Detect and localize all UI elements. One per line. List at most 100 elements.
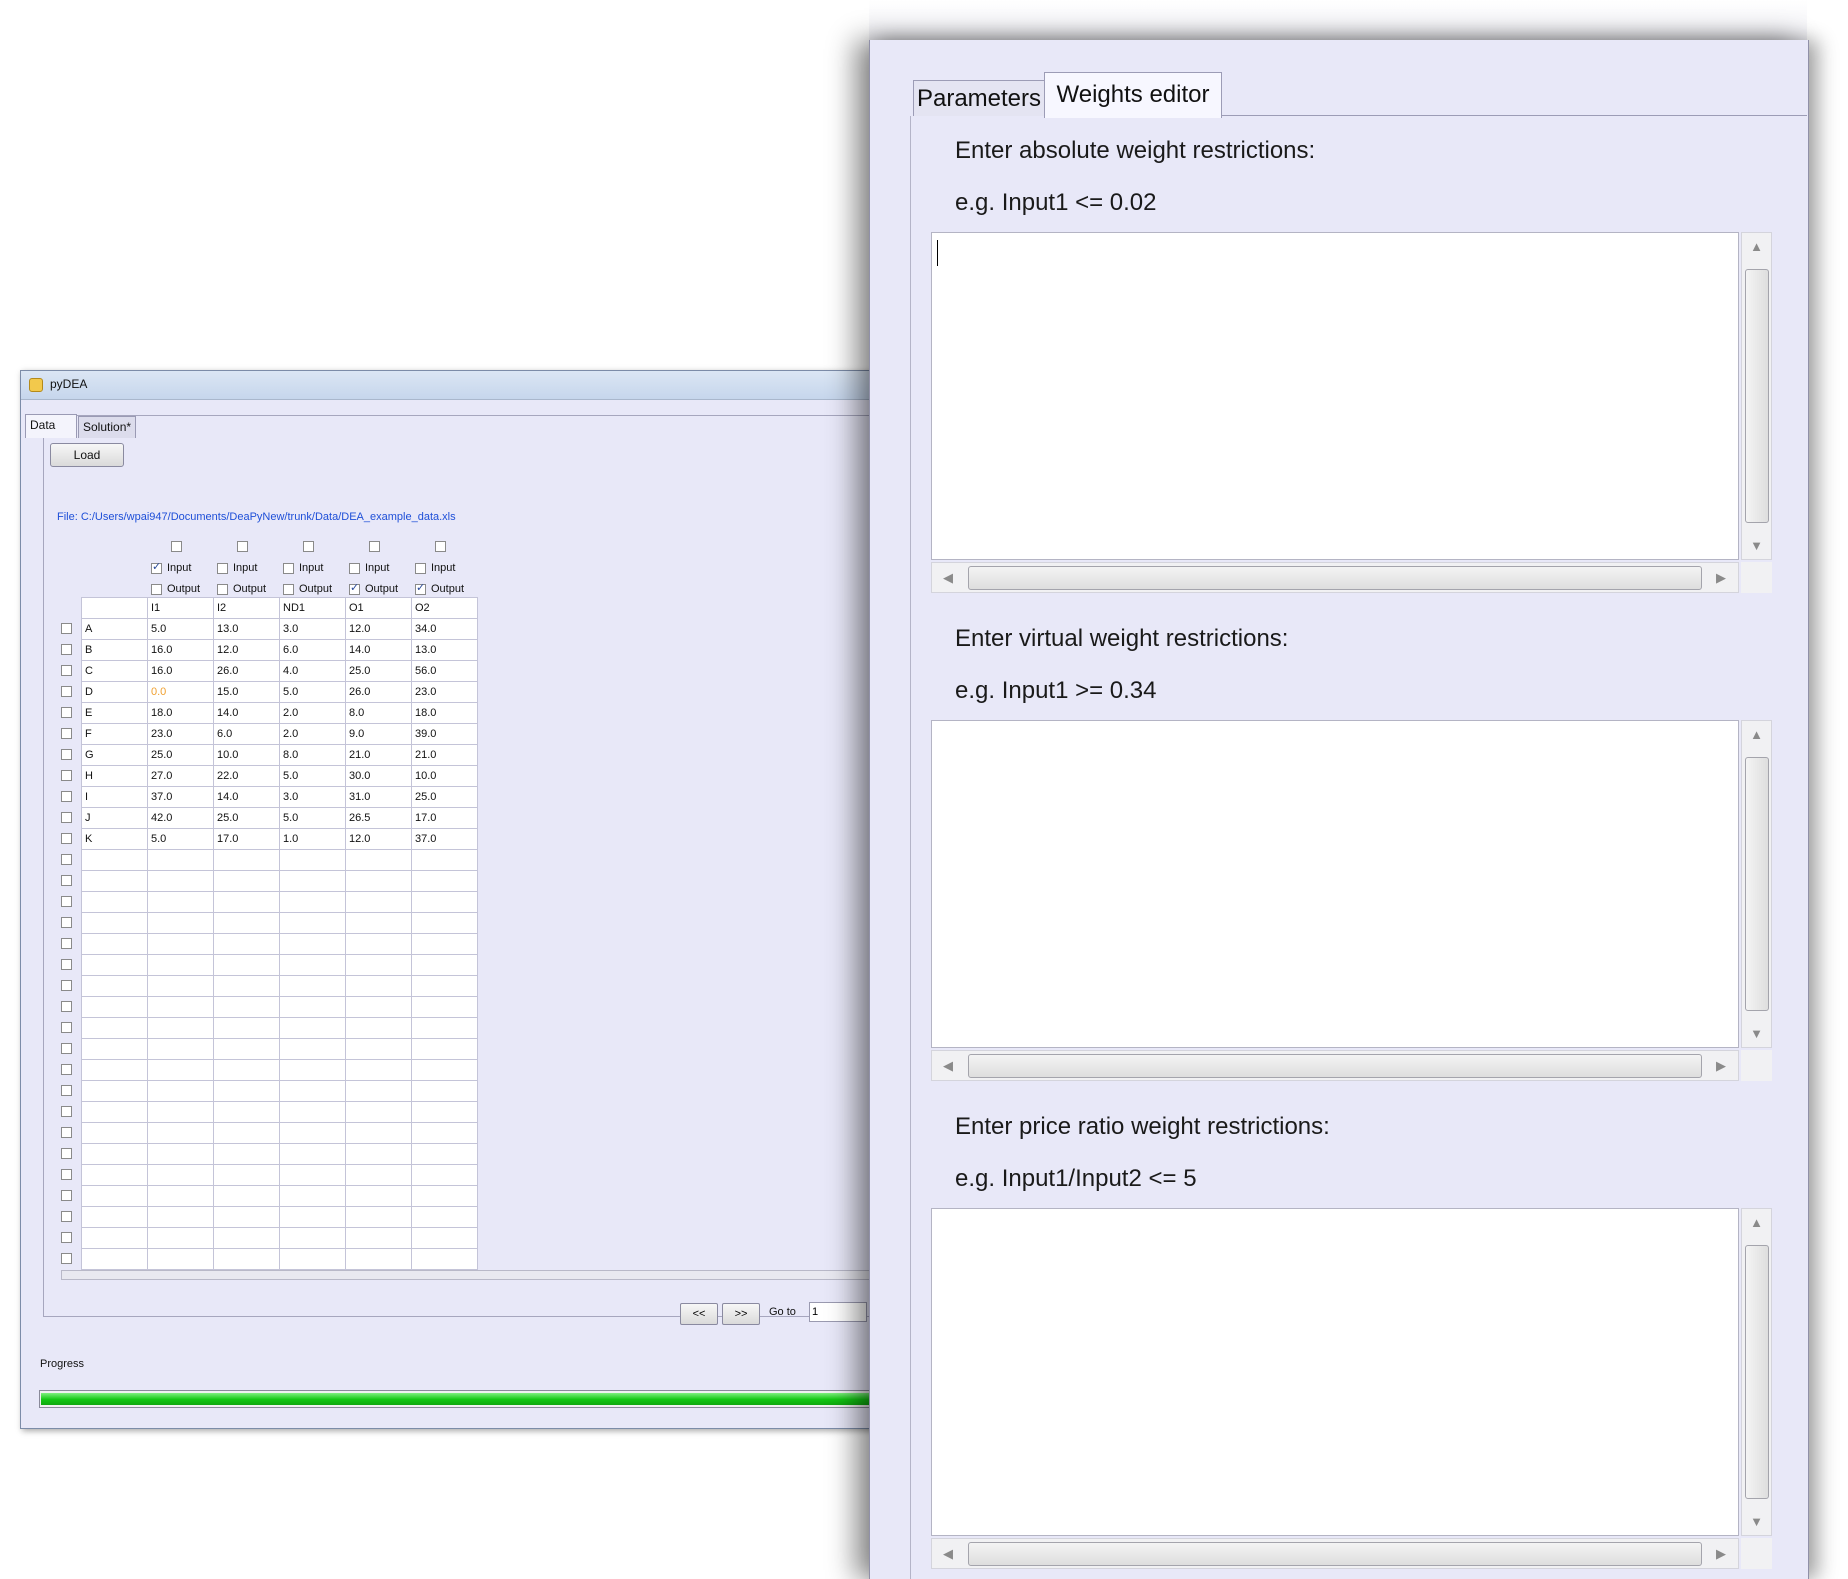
column-output-checkbox[interactable] — [217, 583, 228, 595]
empty-table-cell[interactable] — [147, 1164, 214, 1186]
absolute-restrictions-textarea[interactable] — [931, 232, 1739, 560]
table-cell[interactable]: 5.0 — [279, 807, 346, 829]
empty-table-cell[interactable] — [147, 912, 214, 934]
empty-table-cell[interactable] — [213, 954, 280, 976]
row-select-checkbox[interactable] — [61, 1190, 72, 1201]
row-name-cell[interactable]: A — [81, 618, 148, 640]
empty-table-cell[interactable] — [147, 933, 214, 955]
row-name-cell[interactable]: I — [81, 786, 148, 808]
table-cell[interactable]: 16.0 — [147, 660, 214, 682]
empty-table-cell[interactable] — [345, 1185, 412, 1207]
empty-table-cell[interactable] — [147, 1206, 214, 1228]
empty-table-cell[interactable] — [279, 891, 346, 913]
column-output-checkbox[interactable] — [349, 581, 360, 595]
empty-table-cell[interactable] — [213, 1206, 280, 1228]
empty-table-cell[interactable] — [411, 1185, 478, 1207]
empty-table-cell[interactable] — [147, 870, 214, 892]
empty-table-cell[interactable] — [81, 1122, 148, 1144]
scroll-right-icon[interactable]: ▶ — [1716, 570, 1726, 586]
table-cell[interactable]: 14.0 — [345, 639, 412, 661]
row-name-cell[interactable]: C — [81, 660, 148, 682]
scrollbar-thumb[interactable] — [1745, 757, 1769, 1011]
table-cell[interactable]: 3.0 — [279, 618, 346, 640]
table-cell[interactable]: 5.0 — [147, 618, 214, 640]
table-cell[interactable]: 2.0 — [279, 723, 346, 745]
row-name-cell[interactable]: B — [81, 639, 148, 661]
empty-table-cell[interactable] — [147, 954, 214, 976]
empty-table-cell[interactable] — [213, 933, 280, 955]
empty-table-cell[interactable] — [411, 1143, 478, 1165]
empty-table-cell[interactable] — [279, 975, 346, 997]
empty-table-cell[interactable] — [345, 891, 412, 913]
empty-table-cell[interactable] — [411, 1248, 478, 1270]
row-select-checkbox[interactable] — [61, 644, 72, 655]
row-select-checkbox[interactable] — [61, 938, 72, 949]
empty-table-cell[interactable] — [411, 1038, 478, 1060]
table-cell[interactable]: 18.0 — [411, 702, 478, 724]
empty-table-cell[interactable] — [345, 912, 412, 934]
table-cell[interactable]: 8.0 — [279, 744, 346, 766]
column-output-checkbox[interactable] — [415, 581, 426, 595]
empty-table-cell[interactable] — [279, 996, 346, 1018]
scrollbar-thumb[interactable] — [968, 566, 1702, 590]
table-cell[interactable]: 9.0 — [345, 723, 412, 745]
row-select-checkbox[interactable] — [61, 623, 72, 634]
empty-table-cell[interactable] — [213, 912, 280, 934]
empty-table-cell[interactable] — [213, 996, 280, 1018]
scroll-right-icon[interactable]: ▶ — [1716, 1546, 1726, 1562]
column-input-checkbox[interactable] — [217, 562, 228, 574]
empty-table-cell[interactable] — [345, 1080, 412, 1102]
empty-table-cell[interactable] — [81, 1185, 148, 1207]
row-select-checkbox[interactable] — [61, 875, 72, 886]
empty-table-cell[interactable] — [279, 1038, 346, 1060]
load-button[interactable]: Load — [50, 443, 124, 467]
row-select-checkbox[interactable] — [61, 1148, 72, 1159]
row-select-checkbox[interactable] — [61, 1211, 72, 1222]
table-cell[interactable]: 0.0 — [147, 681, 214, 703]
scroll-left-icon[interactable]: ◀ — [943, 1546, 953, 1562]
empty-table-cell[interactable] — [213, 870, 280, 892]
empty-table-cell[interactable] — [279, 1164, 346, 1186]
table-cell[interactable]: 25.0 — [411, 786, 478, 808]
row-select-checkbox[interactable] — [61, 1043, 72, 1054]
empty-table-cell[interactable] — [147, 1185, 214, 1207]
empty-table-cell[interactable] — [279, 954, 346, 976]
column-input-checkbox[interactable] — [151, 560, 162, 574]
empty-table-cell[interactable] — [147, 849, 214, 871]
virtual-textarea-horizontal-scrollbar[interactable]: ◀ ▶ — [931, 1050, 1739, 1081]
column-input-toggle[interactable]: Input — [349, 562, 389, 574]
empty-table-cell[interactable] — [411, 849, 478, 871]
table-cell[interactable]: 18.0 — [147, 702, 214, 724]
tab-parameters[interactable]: Parameters — [913, 80, 1045, 116]
table-cell[interactable]: 16.0 — [147, 639, 214, 661]
table-cell[interactable]: 1.0 — [279, 828, 346, 850]
next-page-button[interactable]: >> — [722, 1303, 760, 1325]
empty-table-cell[interactable] — [345, 1017, 412, 1039]
row-select-checkbox[interactable] — [61, 896, 72, 907]
empty-table-cell[interactable] — [345, 870, 412, 892]
scrollbar-thumb[interactable] — [968, 1054, 1702, 1078]
price-ratio-textarea-horizontal-scrollbar[interactable]: ◀ ▶ — [931, 1538, 1739, 1569]
table-cell[interactable]: 30.0 — [345, 765, 412, 787]
column-output-checkbox[interactable] — [151, 583, 162, 595]
table-cell[interactable]: 6.0 — [279, 639, 346, 661]
empty-table-cell[interactable] — [81, 1059, 148, 1081]
empty-table-cell[interactable] — [345, 1059, 412, 1081]
scroll-right-icon[interactable]: ▶ — [1716, 1058, 1726, 1074]
row-select-checkbox[interactable] — [61, 728, 72, 739]
empty-table-cell[interactable] — [81, 933, 148, 955]
empty-table-cell[interactable] — [81, 1017, 148, 1039]
table-cell[interactable]: 21.0 — [411, 744, 478, 766]
empty-table-cell[interactable] — [345, 1101, 412, 1123]
column-select-checkbox[interactable] — [237, 541, 248, 552]
absolute-textarea-horizontal-scrollbar[interactable]: ◀ ▶ — [931, 562, 1739, 593]
empty-table-cell[interactable] — [147, 1101, 214, 1123]
row-select-checkbox[interactable] — [61, 1064, 72, 1075]
scroll-left-icon[interactable]: ◀ — [943, 570, 953, 586]
table-horizontal-scrollbar[interactable] — [61, 1270, 871, 1280]
empty-table-cell[interactable] — [81, 954, 148, 976]
empty-table-cell[interactable] — [147, 1080, 214, 1102]
column-input-checkbox[interactable] — [349, 562, 360, 574]
empty-table-cell[interactable] — [279, 1080, 346, 1102]
column-header[interactable]: O2 — [411, 597, 478, 619]
